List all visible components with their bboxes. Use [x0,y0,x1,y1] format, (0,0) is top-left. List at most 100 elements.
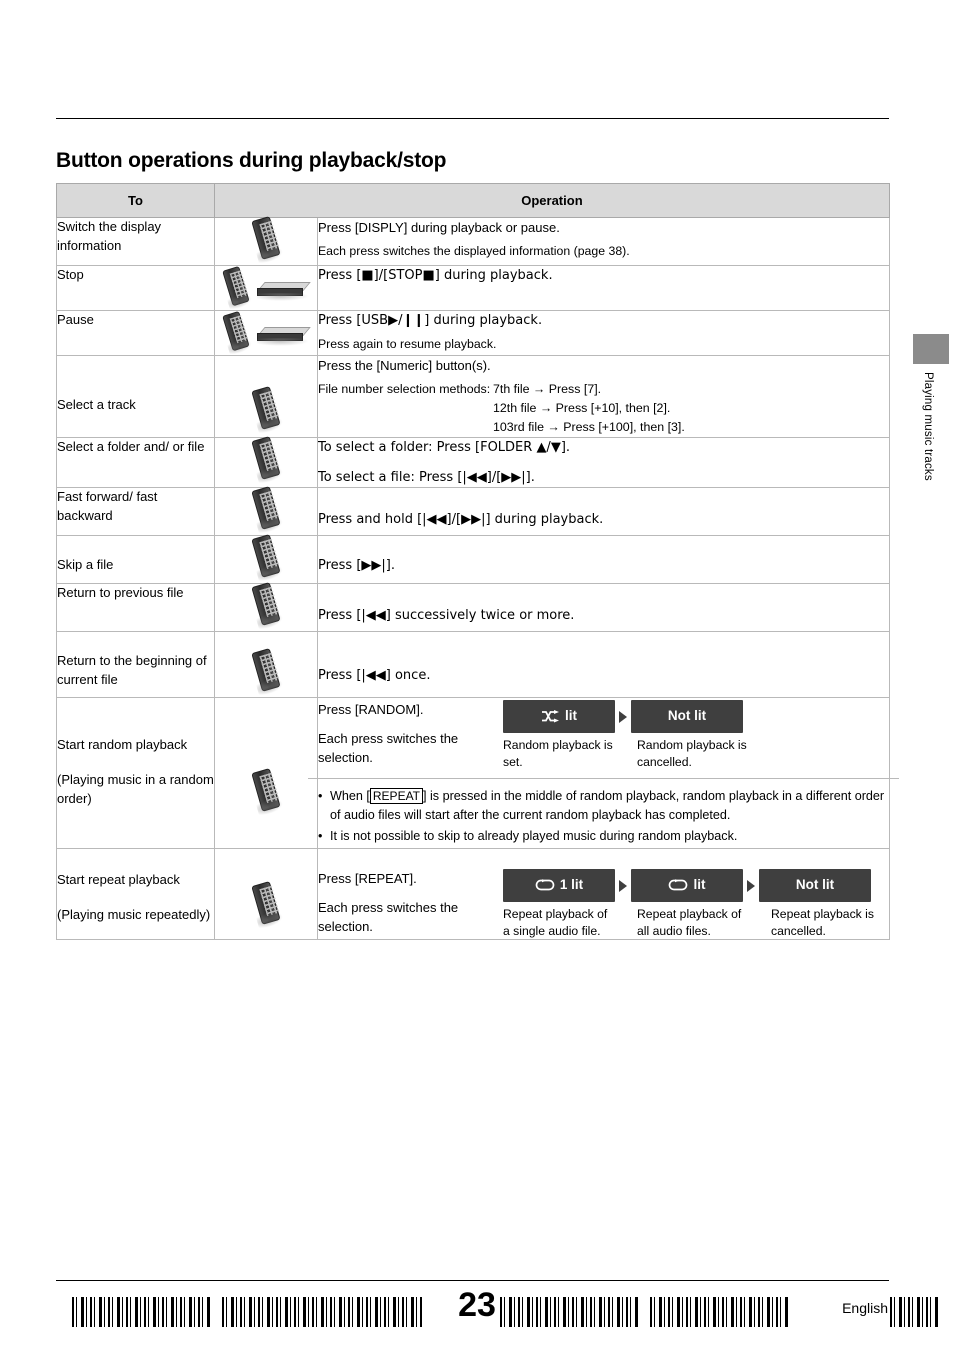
row-to-label: Return to the beginning of current file [56,631,215,699]
table-row: Return to previous file Press [|◀◀] succ… [56,582,891,633]
row-to-label: Pause [56,310,215,356]
operation-line: Press and hold [|◀◀]/[▶▶|] during playba… [317,512,604,528]
table-row: Select a track Press the [Numeric] butto… [56,354,891,439]
random-press-text: Press [RANDOM]. [317,702,424,718]
repeat-icon [535,879,555,891]
repeat-state-notlit-label: Not lit [795,877,835,893]
random-state-lit: lit [502,700,615,734]
operation-line: Press [|◀◀] successively twice or more. [317,608,575,624]
main-unit-icon [256,275,311,301]
random-state-notlit-caption: Random playback is cancelled. [636,738,747,769]
table-row: Select a folder and/ or file To select a… [56,436,891,489]
side-tab-marker [913,334,949,364]
repeat-state-notlit: Not lit [758,869,871,903]
repeat-state-all-caption: Repeat playback of all audio files. [636,907,742,938]
repeat-label-main: Start repeat playback [57,872,180,888]
remote-control-icon [213,582,318,633]
row-operation: Press [REPEAT]. Each press switches the … [316,848,891,941]
remote-control-icon [213,436,318,489]
row-to-label: Skip a file [56,535,215,585]
operation-line: Press again to resume playback. [317,336,497,351]
operation-line: Each press switches the displayed inform… [317,243,630,258]
table-row: Fast forward/ fast backward Press and ho… [56,486,891,537]
table-header-row: To Operation [56,183,891,218]
random-label-sub: (Playing music in a random order) [57,772,214,806]
operation-line: Press [USB▶/❙❙] during playback. [317,313,543,328]
side-tab-label: Playing music tracks [922,372,934,481]
repeat-label-sub: (Playing music repeatedly) [57,906,211,922]
repeat-each-press-text: Each press switches the selection. [317,899,459,935]
row-to-label: Select a track [56,354,215,439]
main-unit-icon [256,320,311,346]
random-each-press-text: Each press switches the selection. [317,730,459,766]
table-row-repeat: Start repeat playback (Playing music rep… [56,848,891,941]
remote-control-icon [213,486,318,537]
arrow-right-icon [746,879,755,892]
remote-and-unit-icon [213,310,318,356]
random-state-notlit-label: Not lit [667,708,707,724]
row-to-label: Return to previous file [56,583,215,633]
random-note: It is not possible to skip to already pl… [318,827,889,846]
row-operation: Press [|◀◀] once. [316,631,891,699]
random-note: When [REPEAT] is pressed in the middle o… [318,787,889,825]
random-state-notlit: Not lit [630,700,743,734]
document-page: Button operations during playback/stop P… [0,0,954,1354]
operation-line: To select a folder: Press [FOLDER ▲/▼]. [317,440,571,456]
row-operation: Press [▶▶|]. [316,535,891,585]
table-row: Switch the display information Press [DI… [56,216,891,266]
remote-and-unit-icon [213,265,318,311]
operation-line: Press [|◀◀] once. [317,668,431,684]
method-item: 7th file → Press [7]. [492,381,602,396]
operation-line: To select a file: Press [|◀◀]/[▶▶|]. [317,469,535,485]
table-row: Return to the beginning of current file … [56,631,891,699]
arrow-right-icon [618,879,627,892]
row-to-label: Fast forward/ fast backward [56,487,215,537]
remote-control-icon [213,534,318,585]
row-operation: Press [|◀◀] successively twice or more. [316,583,891,633]
operation-line: Press [DISPLY] during playback or pause. [317,220,560,235]
row-to-label: Start random playback (Playing music in … [56,697,215,850]
methods-label: File number selection methods: [317,381,491,396]
page-title: Button operations during playback/stop [56,149,447,173]
button-operations-table: To Operation Switch the display informat… [56,183,899,941]
row-to-label: Start repeat playback (Playing music rep… [56,848,215,941]
remote-control-icon [213,697,318,850]
random-state-lit-label: lit [564,708,577,724]
row-operation: Press [USB▶/❙❙] during playback. Press a… [316,310,891,356]
row-operation: Press the [Numeric] button(s). File numb… [316,354,891,439]
table-row: Skip a file Press [▶▶|]. [56,534,891,585]
row-operation: To select a folder: Press [FOLDER ▲/▼]. … [316,437,891,489]
repeat-state-notlit-caption: Repeat playback is cancelled. [770,907,874,938]
table-row-random: Start random playback (Playing music in … [56,697,899,850]
random-state-lit-caption: Random playback is set. [502,738,613,769]
remote-control-icon [213,354,318,439]
row-to-label: Switch the display information [56,217,215,266]
repeat-state-one: 1 lit [502,869,615,903]
header-divider [56,118,889,119]
repeat-state-all-label: lit [693,877,706,893]
language-label: English [842,1300,888,1316]
remote-control-icon [213,216,318,266]
table-row: Stop Press [■]/[STOP■] during playback. [56,265,891,311]
repeat-state-all: lit [630,869,743,903]
row-operation: Press [■]/[STOP■] during playback. [316,265,891,311]
remote-control-icon [213,848,318,941]
row-operation: Press [DISPLY] during playback or pause.… [316,217,891,266]
row-operation: Press [RANDOM]. Each press switches the … [307,697,899,850]
repeat-state-one-caption: Repeat playback of a single audio file. [502,907,608,938]
row-operation: Press and hold [|◀◀]/[▶▶|] during playba… [316,487,891,537]
repeat-state-one-label: 1 lit [559,877,584,893]
method-item: 12th file → Press [+10], then [2]. [492,400,671,415]
header-to: To [56,183,215,218]
row-to-label: Select a folder and/ or file [56,437,215,489]
method-item: 103rd file → Press [+100], then [3]. [492,419,685,434]
random-label-main: Start random playback [57,737,188,753]
row-to-label: Stop [56,265,215,311]
operation-line: Press [■]/[STOP■] during playback. [317,268,553,283]
table-row: Pause Press [USB▶/❙❙] during playback. P… [56,310,891,356]
footer-divider [56,1280,889,1281]
operation-line: Press the [Numeric] button(s). [317,358,491,373]
operation-line: Press [▶▶|]. [317,558,395,574]
random-notes-list: When [REPEAT] is pressed in the middle o… [318,787,889,846]
remote-control-icon [213,631,318,699]
